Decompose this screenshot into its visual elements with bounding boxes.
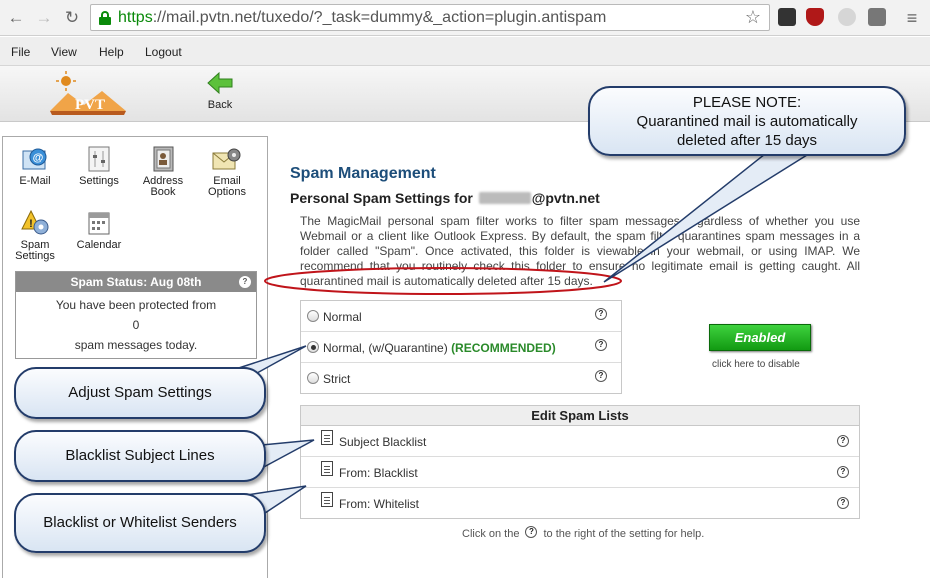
callout-please-note: PLEASE NOTE: Quarantined mail is automat…	[588, 86, 906, 156]
sidebar-item-calendar[interactable]: Calendar	[69, 209, 129, 251]
help-icon[interactable]: ?	[239, 276, 251, 288]
reload-icon[interactable]: ↻	[60, 6, 84, 30]
lock-icon	[99, 11, 111, 25]
option-normal[interactable]: Normal ?	[301, 301, 621, 332]
spam-status-panel: Spam Status: Aug 08th ? You have been pr…	[15, 271, 257, 359]
list-from-blacklist[interactable]: From: Blacklist ?	[301, 457, 859, 488]
extension-menu-icon[interactable]	[778, 8, 796, 26]
back-arrow-icon	[207, 71, 233, 95]
bookmark-star-icon[interactable]: ☆	[745, 7, 761, 28]
enabled-toggle-button[interactable]: Enabled	[709, 324, 811, 351]
help-icon[interactable]: ?	[595, 339, 607, 351]
document-icon	[321, 430, 333, 445]
list-from-whitelist[interactable]: From: Whitelist ?	[301, 488, 859, 519]
spam-settings-icon: !	[21, 209, 49, 235]
address-bar[interactable]: https://mail.pvtn.net/tuxedo/?_task=dumm…	[90, 4, 770, 31]
radio-normal[interactable]	[307, 310, 319, 322]
menu-help[interactable]: Help	[99, 45, 124, 59]
sidebar-item-address-book[interactable]: Address Book	[133, 145, 193, 198]
callout-blacklist-whitelist-senders: Blacklist or Whitelist Senders	[14, 493, 266, 553]
radio-quarantine[interactable]	[307, 341, 319, 353]
menu-bar: File View Help Logout	[0, 37, 930, 66]
edit-spam-lists-title: Edit Spam Lists	[301, 406, 859, 426]
edit-spam-lists: Edit Spam Lists Subject Blacklist ? From…	[300, 405, 860, 519]
sidebar-item-email-options[interactable]: Email Options	[197, 145, 257, 198]
help-icon[interactable]: ?	[837, 435, 849, 447]
document-icon	[321, 461, 333, 476]
page-title: Spam Management	[290, 165, 436, 182]
calendar-icon	[88, 212, 110, 235]
address-book-icon	[153, 146, 174, 172]
spam-level-options: Normal ? Normal, (w/Quarantine) (RECOMME…	[300, 300, 622, 394]
logo-text: PVT	[75, 97, 105, 113]
svg-text:!: !	[29, 218, 33, 230]
help-icon[interactable]: ?	[837, 466, 849, 478]
sidebar-item-email[interactable]: @ E-Mail	[5, 145, 65, 187]
browser-toolbar: ← → ↻ https://mail.pvtn.net/tuxedo/?_tas…	[0, 0, 930, 36]
option-quarantine[interactable]: Normal, (w/Quarantine) (RECOMMENDED) ?	[301, 332, 621, 363]
menu-file[interactable]: File	[11, 45, 30, 59]
settings-icon	[88, 146, 110, 172]
spam-status-count: 0	[132, 318, 140, 332]
back-button[interactable]: Back	[200, 71, 240, 111]
sidebar-item-settings[interactable]: Settings	[69, 145, 129, 187]
help-icon[interactable]: ?	[837, 497, 849, 509]
spam-description: The MagicMail personal spam filter works…	[300, 214, 860, 288]
help-icon: ?	[525, 526, 538, 539]
radio-strict[interactable]	[307, 372, 319, 384]
help-icon[interactable]: ?	[595, 308, 607, 320]
svg-text:@: @	[33, 152, 44, 164]
document-icon	[321, 492, 333, 507]
option-strict[interactable]: Strict ?	[301, 363, 621, 394]
url-text: https://mail.pvtn.net/tuxedo/?_task=dumm…	[118, 9, 607, 26]
list-subject-blacklist[interactable]: Subject Blacklist ?	[301, 426, 859, 457]
help-footnote: Click on the? to the right of the setting…	[462, 526, 705, 540]
recommended-badge: (RECOMMENDED)	[451, 341, 556, 355]
spam-status-header: Spam Status: Aug 08th ?	[16, 272, 256, 292]
help-icon[interactable]: ?	[595, 370, 607, 382]
menu-view[interactable]: View	[51, 45, 77, 59]
forward-arrow-icon[interactable]: →	[32, 6, 56, 30]
spam-status-line1: You have been protected from	[55, 298, 217, 312]
callout-adjust-spam-settings: Adjust Spam Settings	[14, 367, 266, 419]
extension-icon[interactable]	[838, 8, 856, 26]
page-subtitle: Personal Spam Settings for @pvtn.net	[290, 190, 600, 206]
spam-status-title: Spam Status: Aug 08th	[70, 275, 202, 289]
redacted-username	[478, 192, 531, 204]
email-icon: @	[22, 148, 47, 170]
disable-hint[interactable]: click here to disable	[712, 359, 800, 370]
email-options-icon	[212, 148, 241, 170]
menu-logout[interactable]: Logout	[145, 45, 182, 59]
sidebar-item-spam-settings[interactable]: ! Spam Settings	[5, 209, 65, 262]
spam-status-line3: spam messages today.	[74, 338, 198, 352]
back-label: Back	[207, 99, 233, 111]
callout-blacklist-subject-lines: Blacklist Subject Lines	[14, 430, 266, 482]
extension-square-icon[interactable]	[868, 8, 886, 26]
back-arrow-icon[interactable]: ←	[4, 6, 28, 30]
ublock-icon[interactable]	[806, 8, 824, 26]
chrome-menu-icon[interactable]: ≡	[900, 6, 924, 30]
pvt-logo: PVT	[50, 71, 126, 115]
